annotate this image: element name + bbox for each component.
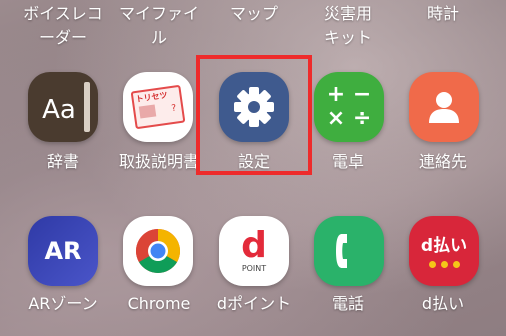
dictionary-tab-marker bbox=[84, 82, 90, 132]
phone-app-icon[interactable] bbox=[314, 216, 384, 286]
app-label-my-files[interactable]: マイファイ ル bbox=[109, 2, 209, 50]
app-label-calculator[interactable]: 電卓 bbox=[298, 150, 398, 174]
dpay-dots bbox=[428, 260, 460, 268]
dictionary-icon: Aa bbox=[42, 95, 76, 125]
calculator-app-icon[interactable]: + − × ÷ bbox=[314, 72, 384, 142]
app-label-maps[interactable]: マップ bbox=[204, 2, 304, 26]
gear-icon bbox=[234, 87, 274, 127]
settings-app-icon[interactable] bbox=[219, 72, 289, 142]
manual-app-icon[interactable]: トリセツ ? bbox=[123, 72, 193, 142]
calculator-icon: + − × ÷ bbox=[326, 82, 372, 131]
chrome-icon bbox=[136, 229, 180, 273]
app-label-ar-zone[interactable]: ARゾーン bbox=[13, 292, 113, 316]
manual-icon: トリセツ ? bbox=[130, 84, 186, 130]
dpay-icon: d払い bbox=[420, 235, 468, 256]
app-label-phone[interactable]: 電話 bbox=[298, 292, 398, 316]
dpoint-icon: d bbox=[241, 225, 267, 266]
dictionary-app-icon[interactable]: Aa bbox=[28, 72, 98, 142]
app-label-dpay[interactable]: d払い bbox=[393, 292, 493, 316]
app-label-clock[interactable]: 時計 bbox=[393, 2, 493, 26]
contacts-app-icon[interactable] bbox=[409, 72, 479, 142]
app-label-contacts[interactable]: 連絡先 bbox=[393, 150, 493, 174]
app-label-disaster-kit[interactable]: 災害用 キット bbox=[298, 2, 398, 50]
app-label-chrome[interactable]: Chrome bbox=[109, 292, 209, 316]
app-label-dpoint[interactable]: dポイント bbox=[204, 292, 304, 316]
app-label-manual[interactable]: 取扱説明書 bbox=[109, 150, 209, 174]
ar-icon: AR bbox=[44, 237, 82, 265]
phone-icon bbox=[336, 234, 347, 268]
dpoint-sub-label: POINT bbox=[241, 264, 267, 273]
contacts-icon bbox=[429, 92, 459, 123]
ar-app-icon[interactable]: AR bbox=[28, 216, 98, 286]
dpoint-app-icon[interactable]: d POINT bbox=[219, 216, 289, 286]
app-label-voice-recorder[interactable]: ボイスレコ ーダー bbox=[13, 2, 113, 50]
dpay-app-icon[interactable]: d払い bbox=[409, 216, 479, 286]
app-label-settings[interactable]: 設定 bbox=[204, 150, 304, 174]
chrome-app-icon[interactable] bbox=[123, 216, 193, 286]
app-label-dictionary[interactable]: 辞書 bbox=[13, 150, 113, 174]
